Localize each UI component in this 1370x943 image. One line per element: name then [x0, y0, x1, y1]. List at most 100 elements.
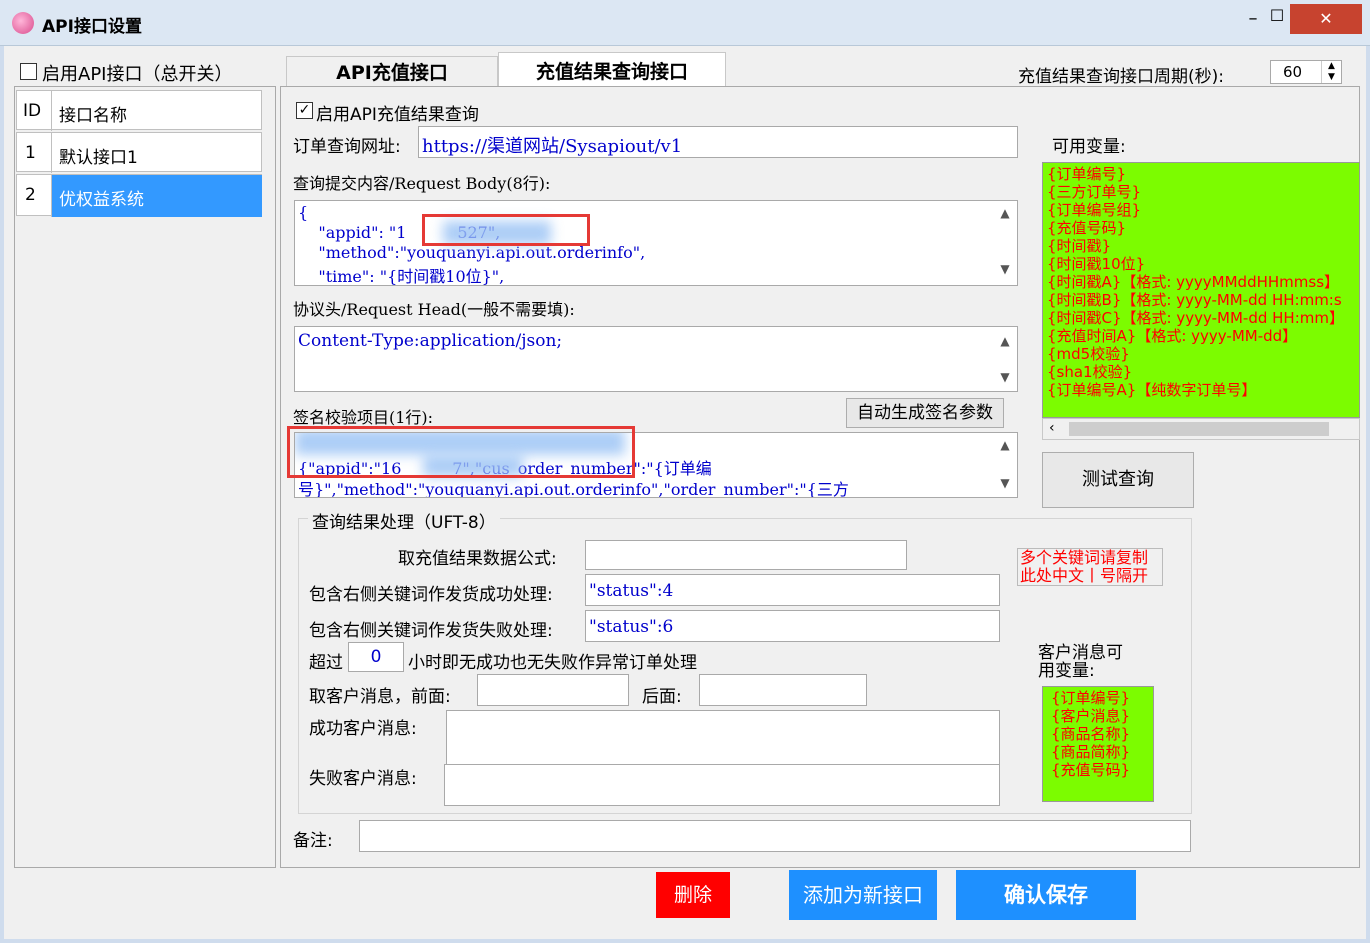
keyword-note-text: 多个关键词请复制此处中文丨号隔开: [1020, 548, 1149, 585]
variable-item: {充值时间A}【格式: yyyy-MM-dd】: [1047, 327, 1298, 345]
variable-item: {订单编号}: [1047, 165, 1127, 183]
customer-msg-back-label: 后面:: [642, 687, 682, 707]
variable-item: {sha1校验}: [1047, 363, 1133, 381]
tab-query-result[interactable]: 充值结果查询接口: [498, 52, 726, 88]
auto-sign-button[interactable]: 自动生成签名参数: [846, 398, 1004, 428]
button-label: 删除: [673, 884, 712, 906]
customer-msg-front-label: 取客户消息，前面:: [309, 687, 451, 707]
maximize-button[interactable]: ☐: [1262, 6, 1292, 34]
formula-input[interactable]: [585, 540, 907, 570]
delete-button[interactable]: 删除: [656, 872, 730, 918]
scroll-down-icon[interactable]: ▼: [997, 475, 1013, 491]
list-header-id: ID: [23, 101, 42, 121]
customer-vars-label-text: 客户消息可用变量:: [1038, 643, 1123, 681]
variable-item: {三方订单号}: [1047, 183, 1142, 201]
customer-msg-front-input[interactable]: [477, 674, 629, 706]
scroll-up-icon[interactable]: ▲: [997, 437, 1013, 453]
request-head-textarea[interactable]: Content-Type:application/json; ▲ ▼: [294, 326, 1018, 392]
variable-item: {时间戳10位}: [1047, 255, 1146, 273]
customer-msg-back-input[interactable]: [699, 674, 867, 706]
body-label: 查询提交内容/Request Body(8行):: [293, 174, 551, 193]
scroll-left-icon[interactable]: ‹: [1049, 420, 1055, 436]
scroll-down-icon[interactable]: ▼: [997, 369, 1013, 385]
variable-item: {充值号码}: [1047, 219, 1127, 237]
app-icon: [12, 12, 34, 34]
button-label: 自动生成签名参数: [857, 403, 993, 423]
timeout-prefix: 超过: [309, 653, 343, 673]
button-label: 添加为新接口: [803, 883, 923, 907]
enable-query-toggle[interactable]: ✓ 启用API充值结果查询: [296, 100, 526, 125]
order-url-label: 订单查询网址:: [293, 137, 401, 157]
order-url-value: https://渠道网站/Sysapiout/v1: [422, 136, 683, 157]
customer-var-item: {商品名称}: [1051, 725, 1131, 743]
body-line: "time": "{时间戳10位}",: [298, 267, 505, 286]
formula-label: 取充值结果数据公式:: [398, 549, 557, 569]
highlight-box: [287, 426, 635, 478]
fail-keyword-input[interactable]: "status":6: [585, 610, 1000, 642]
list-item-id: 2: [25, 185, 36, 205]
list-item-id: 1: [25, 143, 36, 163]
title-bar: API接口设置 – ☐ ✕: [0, 0, 1370, 46]
remark-label: 备注:: [293, 831, 333, 851]
master-switch[interactable]: 启用API接口（总开关）: [20, 60, 270, 85]
body-line: {: [298, 203, 309, 222]
period-stepper[interactable]: 60 ▲ ▼: [1270, 60, 1342, 84]
period-label: 充值结果查询接口周期(秒):: [1018, 67, 1224, 87]
highlight-box: [422, 214, 590, 246]
timeout-value: 0: [370, 647, 382, 667]
timeout-input[interactable]: 0: [348, 642, 404, 672]
variable-item: {时间戳A}【格式: yyyyMMddHHmmss】: [1047, 273, 1340, 291]
result-group-label: 查询结果处理（UFT-8）: [308, 508, 500, 533]
head-value: Content-Type:application/json;: [298, 331, 563, 351]
list-header-name: 接口名称: [59, 106, 127, 126]
customer-var-item: {商品简称}: [1051, 743, 1131, 761]
variable-item: {订单编号组}: [1047, 201, 1142, 219]
window-title: API接口设置: [42, 17, 142, 37]
variable-item: {时间戳C}【格式: yyyy-MM-dd HH:mm】: [1047, 309, 1344, 327]
list-item-name: 默认接口1: [59, 148, 138, 168]
enable-query-label: 启用API充值结果查询: [316, 105, 479, 125]
list-item[interactable]: 1 默认接口1: [16, 132, 262, 173]
close-button[interactable]: ✕: [1290, 4, 1362, 34]
check-icon[interactable]: ✓: [296, 102, 313, 119]
customer-var-item: {订单编号}: [1051, 689, 1131, 707]
fail-keyword-value: "status":6: [589, 617, 674, 637]
button-label: 测试查询: [1082, 469, 1154, 490]
variable-item: {时间戳}: [1047, 237, 1112, 255]
list-header: ID 接口名称: [16, 90, 262, 131]
success-msg-input[interactable]: [446, 710, 1000, 766]
variables-label: 可用变量:: [1052, 137, 1126, 157]
head-label: 协议头/Request Head(一般不需要填):: [293, 300, 575, 319]
scroll-up-icon[interactable]: ▲: [997, 205, 1013, 221]
scroll-thumb[interactable]: [1069, 422, 1329, 436]
success-keyword-input[interactable]: "status":4: [585, 574, 1000, 606]
timeout-suffix: 小时即无成功也无失败作异常订单处理: [408, 653, 697, 673]
scroll-down-icon[interactable]: ▼: [997, 261, 1013, 277]
fail-keyword-label: 包含右侧关键词作发货失败处理:: [309, 621, 553, 641]
variables-hscrollbar[interactable]: ‹: [1042, 418, 1360, 440]
request-body-textarea[interactable]: { "appid": "1 527", "method":"youquanyi.…: [294, 200, 1018, 286]
test-query-button[interactable]: 测试查询: [1042, 452, 1194, 508]
order-url-input[interactable]: https://渠道网站/Sysapiout/v1: [418, 126, 1018, 158]
success-keyword-value: "status":4: [589, 581, 674, 601]
variables-panel: {订单编号} {三方订单号} {订单编号组} {充值号码} {时间戳} {时间戳…: [1042, 162, 1360, 418]
button-label: 确认保存: [1004, 883, 1088, 907]
sign-line: 号}","method":"youquanyi.api.out.orderinf…: [298, 480, 849, 498]
tab-api-recharge[interactable]: API充值接口: [286, 56, 498, 88]
customer-var-item: {客户消息}: [1051, 707, 1131, 725]
variable-item: {md5校验}: [1047, 345, 1130, 363]
list-item-name: 优权益系统: [59, 190, 144, 210]
scroll-up-icon[interactable]: ▲: [997, 333, 1013, 349]
list-item-selected[interactable]: 2 优权益系统: [16, 174, 262, 217]
stepper-arrows-icon[interactable]: ▲ ▼: [1321, 61, 1341, 83]
add-new-button[interactable]: 添加为新接口: [789, 870, 937, 920]
save-button[interactable]: 确认保存: [956, 870, 1136, 920]
master-switch-label: 启用API接口（总开关）: [42, 64, 233, 85]
master-switch-checkbox[interactable]: [20, 63, 37, 80]
customer-vars-label: 客户消息可用变量:: [1038, 644, 1130, 680]
fail-msg-input[interactable]: [444, 764, 1000, 806]
success-msg-label: 成功客户消息:: [309, 719, 417, 739]
remark-input[interactable]: [359, 820, 1191, 852]
tab-label: 充值结果查询接口: [535, 61, 688, 83]
customer-var-item: {充值号码}: [1051, 761, 1131, 779]
